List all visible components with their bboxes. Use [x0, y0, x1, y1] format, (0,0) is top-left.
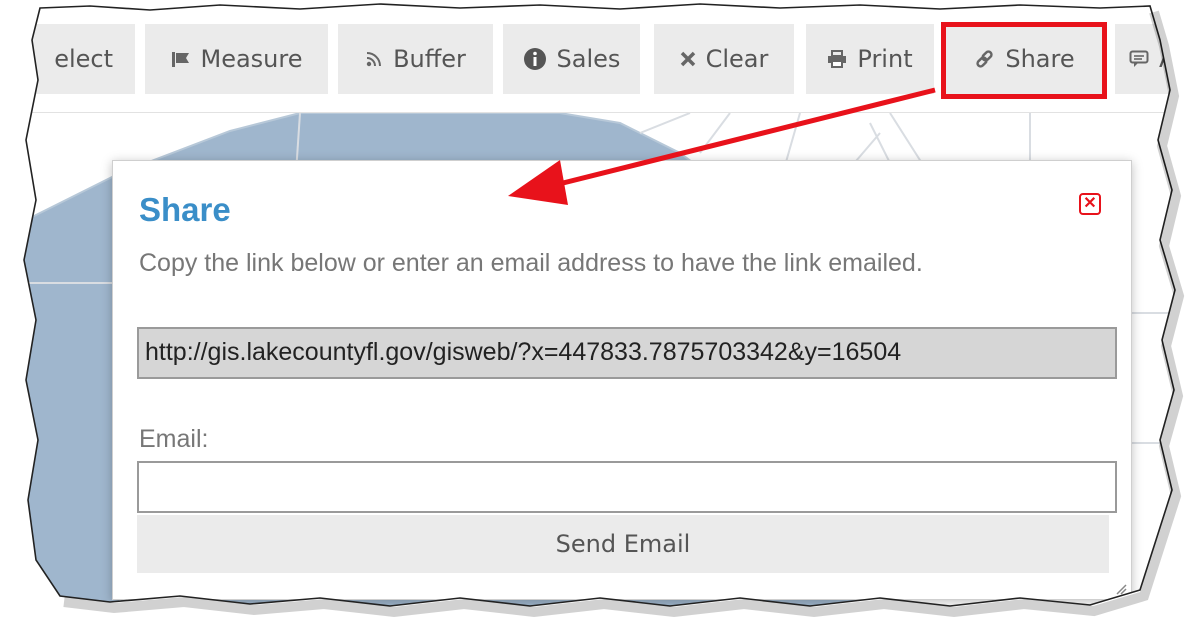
- clear-label: Clear: [705, 45, 769, 73]
- close-dialog-button[interactable]: ✕: [1079, 193, 1101, 215]
- print-label: Print: [857, 45, 913, 73]
- dialog-description: Copy the link below or enter an email ad…: [139, 249, 923, 277]
- more-button[interactable]: Al: [1115, 24, 1202, 94]
- dialog-title: Share: [139, 191, 231, 228]
- resize-grip-icon[interactable]: [1113, 581, 1127, 595]
- print-button[interactable]: Print: [806, 24, 934, 94]
- rss-icon: [365, 50, 383, 68]
- share-highlight-box: [941, 22, 1107, 99]
- select-label: elect: [54, 45, 113, 73]
- send-email-button[interactable]: Send Email: [137, 515, 1109, 573]
- buffer-button[interactable]: Buffer: [338, 24, 493, 94]
- share-dialog: Share ✕ Copy the link below or enter an …: [112, 160, 1132, 600]
- measure-label: Measure: [200, 45, 303, 73]
- close-icon: [680, 51, 696, 67]
- measure-button[interactable]: Measure: [145, 24, 328, 94]
- more-label: Al: [1159, 45, 1183, 73]
- comment-icon: [1129, 50, 1149, 68]
- email-input[interactable]: [137, 461, 1117, 513]
- email-label: Email:: [139, 425, 209, 453]
- flag-icon: [171, 50, 191, 68]
- screenshot-stage: elect Measure Buffer Sales Clear Print S…: [0, 0, 1202, 638]
- sales-button[interactable]: Sales: [503, 24, 640, 94]
- select-button[interactable]: elect: [0, 24, 135, 94]
- info-circle-icon: [523, 47, 547, 71]
- clear-button[interactable]: Clear: [654, 24, 794, 94]
- buffer-label: Buffer: [393, 45, 466, 73]
- close-icon: ✕: [1083, 195, 1097, 212]
- sales-label: Sales: [556, 45, 621, 73]
- print-icon: [827, 50, 847, 68]
- share-link-field[interactable]: http://gis.lakecountyfl.gov/gisweb/?x=44…: [137, 327, 1117, 379]
